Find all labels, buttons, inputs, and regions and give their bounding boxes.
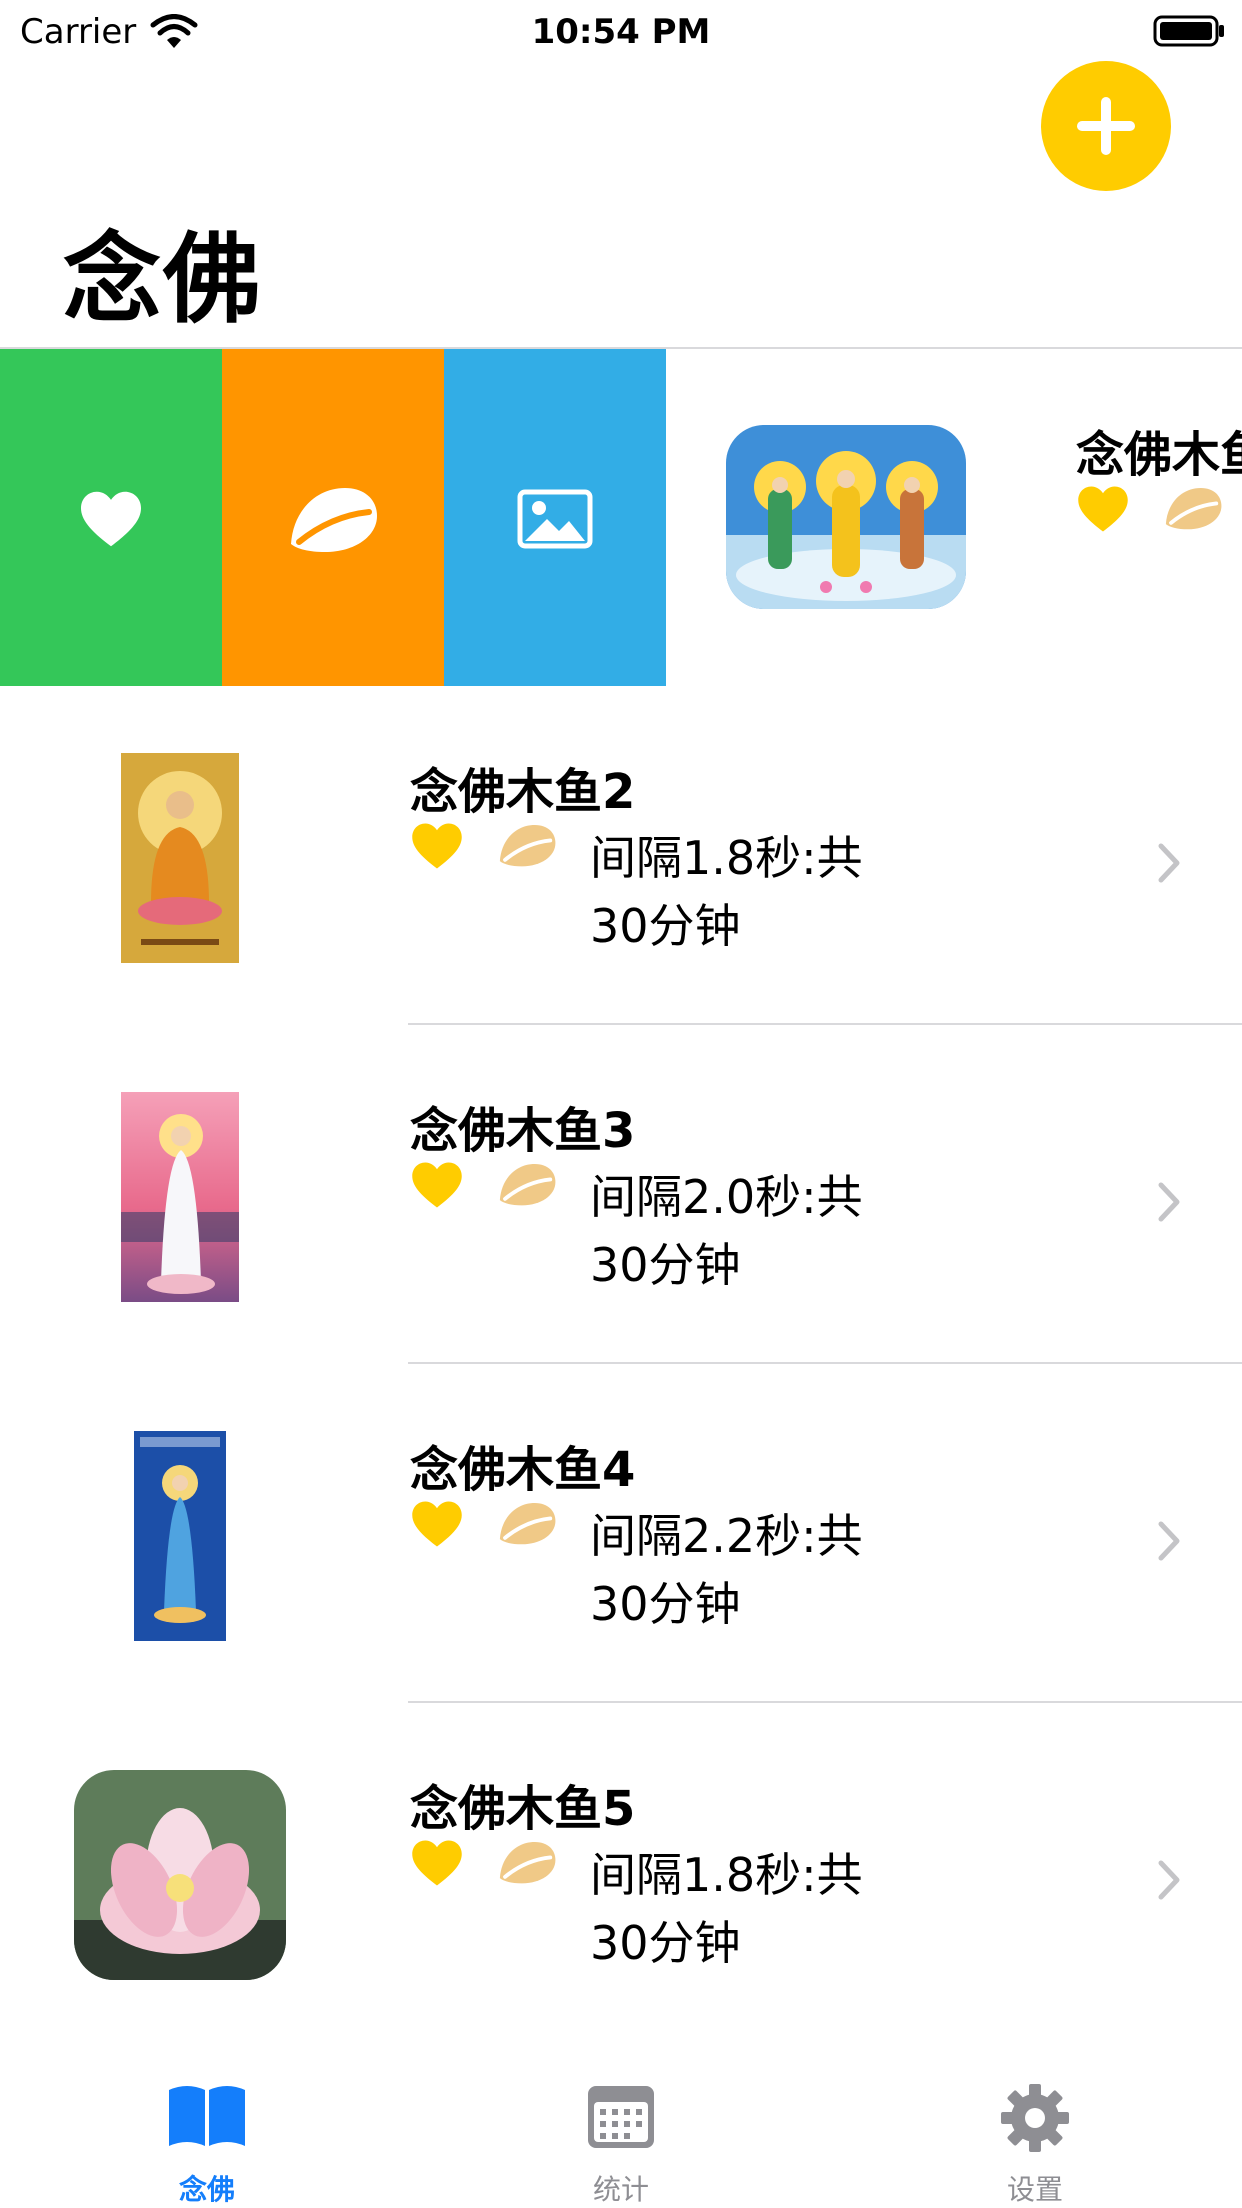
heart-icon: [412, 823, 462, 869]
wooden-fish-icon: [291, 487, 377, 552]
chevron-right-icon: [1158, 843, 1180, 883]
row-detail: 间隔1.8秒:共30分钟: [590, 831, 863, 953]
row-detail: 间隔2.0秒:共30分钟: [590, 1170, 863, 1292]
gear-icon: [1001, 2084, 1069, 2152]
guanyin-blue-image: [134, 1431, 226, 1641]
lotus-image: [74, 1770, 286, 1980]
list-item[interactable]: 念佛木鱼5 间隔1.8秒:共30分钟: [0, 1703, 1242, 2042]
wooden-fish-icon: [499, 824, 556, 867]
row-title: 念佛木鱼4: [410, 1442, 636, 1498]
battery-icon: [1153, 15, 1224, 47]
list-item[interactable]: 念佛木鱼2 间隔1.8秒:共30分钟: [0, 686, 1242, 1025]
book-icon: [169, 2086, 245, 2146]
row-title: 念佛木鱼3: [410, 1103, 636, 1159]
page-title: 念佛: [63, 223, 264, 337]
tab-label: 统计: [592, 2173, 649, 2206]
session-list: 念佛木鱼1: [0, 347, 1242, 2042]
row-detail: 间隔1.8秒:共30分钟: [590, 1848, 863, 1970]
image-action-button[interactable]: [444, 349, 666, 686]
heart-icon: [412, 1501, 462, 1547]
wooden-fish-icon: [499, 1502, 556, 1545]
tab-stats[interactable]: 统计: [414, 2040, 828, 2208]
list-item[interactable]: 念佛木鱼4 间隔2.2秒:共30分钟: [0, 1364, 1242, 1703]
heart-icon: [412, 1162, 462, 1208]
heart-icon: [1078, 486, 1128, 532]
row-title: 念佛木鱼2: [410, 764, 636, 820]
chevron-right-icon: [1158, 1182, 1180, 1222]
status-bar: Carrier 10:54 PM: [0, 0, 1242, 62]
tab-bar: 念佛 统计 设置: [0, 2040, 1242, 2208]
add-button[interactable]: [1041, 61, 1171, 191]
buddha-amitabha-image: [121, 753, 239, 963]
wooden-fish-icon: [499, 1163, 556, 1206]
wooden-fish-action-button[interactable]: [222, 349, 444, 686]
list-item[interactable]: 念佛木鱼3 间隔2.0秒:共30分钟: [0, 1025, 1242, 1364]
wooden-fish-icon: [499, 1841, 556, 1884]
app-screen: Carrier 10:54 PM 念佛 念佛木 念佛木鱼2 间隔1.8秒:共30…: [0, 0, 1242, 2208]
calendar-icon: [588, 2086, 654, 2148]
heart-icon: [412, 1840, 462, 1886]
favorite-action-button[interactable]: [0, 349, 222, 686]
clock: 10:54 PM: [531, 12, 711, 52]
tab-label: 设置: [1006, 2173, 1063, 2206]
list-item[interactable]: 念佛木鱼1: [0, 347, 1242, 686]
plus-icon: [1077, 97, 1135, 155]
chevron-right-icon: [1158, 1860, 1180, 1900]
buddha-trinity-image: [726, 425, 966, 609]
guanyin-image: [121, 1092, 239, 1302]
chevron-right-icon: [1158, 1521, 1180, 1561]
photo-icon: [517, 489, 593, 548]
wooden-fish-icon: [1165, 487, 1222, 530]
row-title: 念佛木鱼5: [410, 1781, 636, 1837]
tab-settings[interactable]: 设置: [828, 2040, 1242, 2208]
row-title: 念佛木鱼1: [1076, 427, 1242, 483]
row-content: 念佛木鱼1: [666, 349, 1242, 686]
heart-icon: [81, 491, 141, 546]
tab-label: 念佛: [178, 2173, 235, 2206]
tab-nianfo[interactable]: 念佛: [0, 2040, 414, 2208]
row-detail: 间隔2.2秒:共30分钟: [590, 1509, 863, 1631]
